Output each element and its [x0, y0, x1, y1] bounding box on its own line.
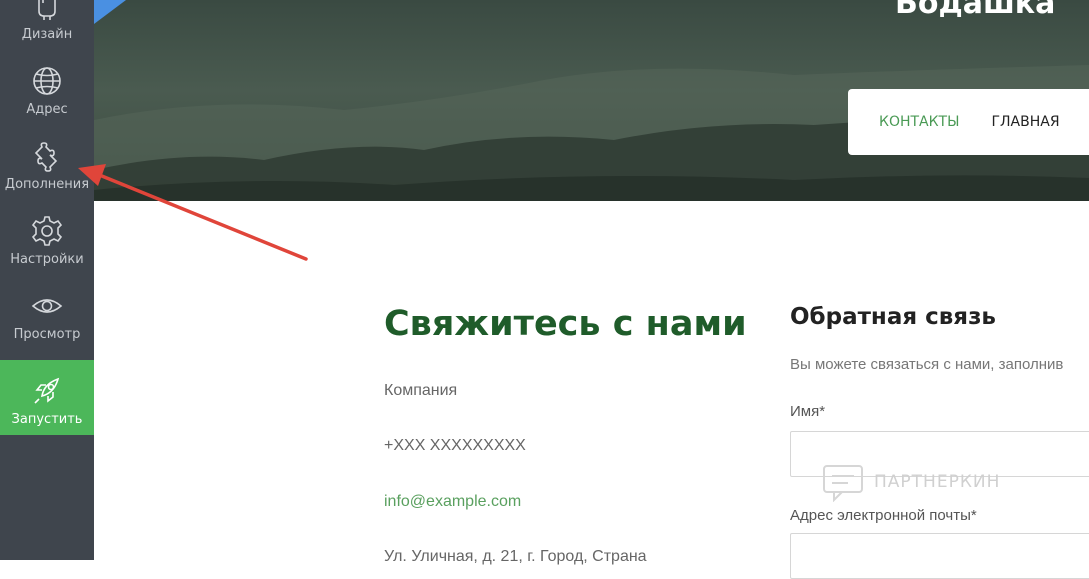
- sidebar-item-address[interactable]: Адрес: [0, 50, 94, 125]
- gear-icon: [31, 216, 63, 246]
- watermark-logo-icon: [823, 465, 863, 502]
- watermark: ПАРТНЕРКИН: [822, 462, 1000, 502]
- sidebar-item-label: Просмотр: [13, 327, 81, 342]
- feedback-title: Обратная связь: [790, 304, 996, 330]
- email-field-label: Адрес электронной почты*: [790, 507, 977, 524]
- paint-bucket-icon: [38, 0, 56, 20]
- sidebar-item-preview[interactable]: Просмотр: [0, 275, 94, 350]
- site-title: Бодашка: [895, 0, 1056, 21]
- sidebar-item-label: Дизайн: [21, 27, 73, 42]
- phone-number: +XXX XXXXXXXXX: [384, 437, 526, 454]
- sidebar-item-settings[interactable]: Настройки: [0, 200, 94, 275]
- sidebar-item-addons[interactable]: Дополнения: [0, 125, 94, 200]
- nav-item-contacts[interactable]: КОНТАКТЫ: [879, 114, 959, 130]
- sidebar-item-label: Настройки: [10, 252, 84, 267]
- watermark-text: ПАРТНЕРКИН: [874, 472, 1001, 492]
- sidebar-item-launch[interactable]: Запустить: [0, 360, 94, 435]
- corner-marker: [94, 0, 126, 24]
- top-navigation: КОНТАКТЫ ГЛАВНАЯ: [848, 89, 1089, 155]
- puzzle-icon: [34, 142, 58, 172]
- page-title: Свяжитесь с нами: [384, 304, 747, 344]
- sidebar-item-label: Запустить: [11, 412, 83, 427]
- nav-item-home[interactable]: ГЛАВНАЯ: [991, 114, 1059, 130]
- rocket-icon: [34, 377, 60, 404]
- postal-address: Ул. Уличная, д. 21, г. Город, Страна: [384, 548, 647, 565]
- name-field-label: Имя*: [790, 403, 826, 420]
- eye-icon: [31, 299, 63, 313]
- sidebar-item-design[interactable]: Дизайн: [0, 0, 94, 50]
- globe-icon: [33, 67, 61, 95]
- company-name: Компания: [384, 382, 458, 399]
- editor-sidebar: Дизайн Адрес Дополнения Настройки Просмо…: [0, 0, 94, 560]
- email-field[interactable]: [790, 533, 1089, 579]
- email-link[interactable]: info@example.com: [384, 493, 521, 511]
- sidebar-item-label: Дополнения: [4, 177, 90, 192]
- sidebar-item-label: Адрес: [26, 102, 68, 117]
- feedback-description: Вы можете связаться с нами, заполнив: [790, 356, 1064, 373]
